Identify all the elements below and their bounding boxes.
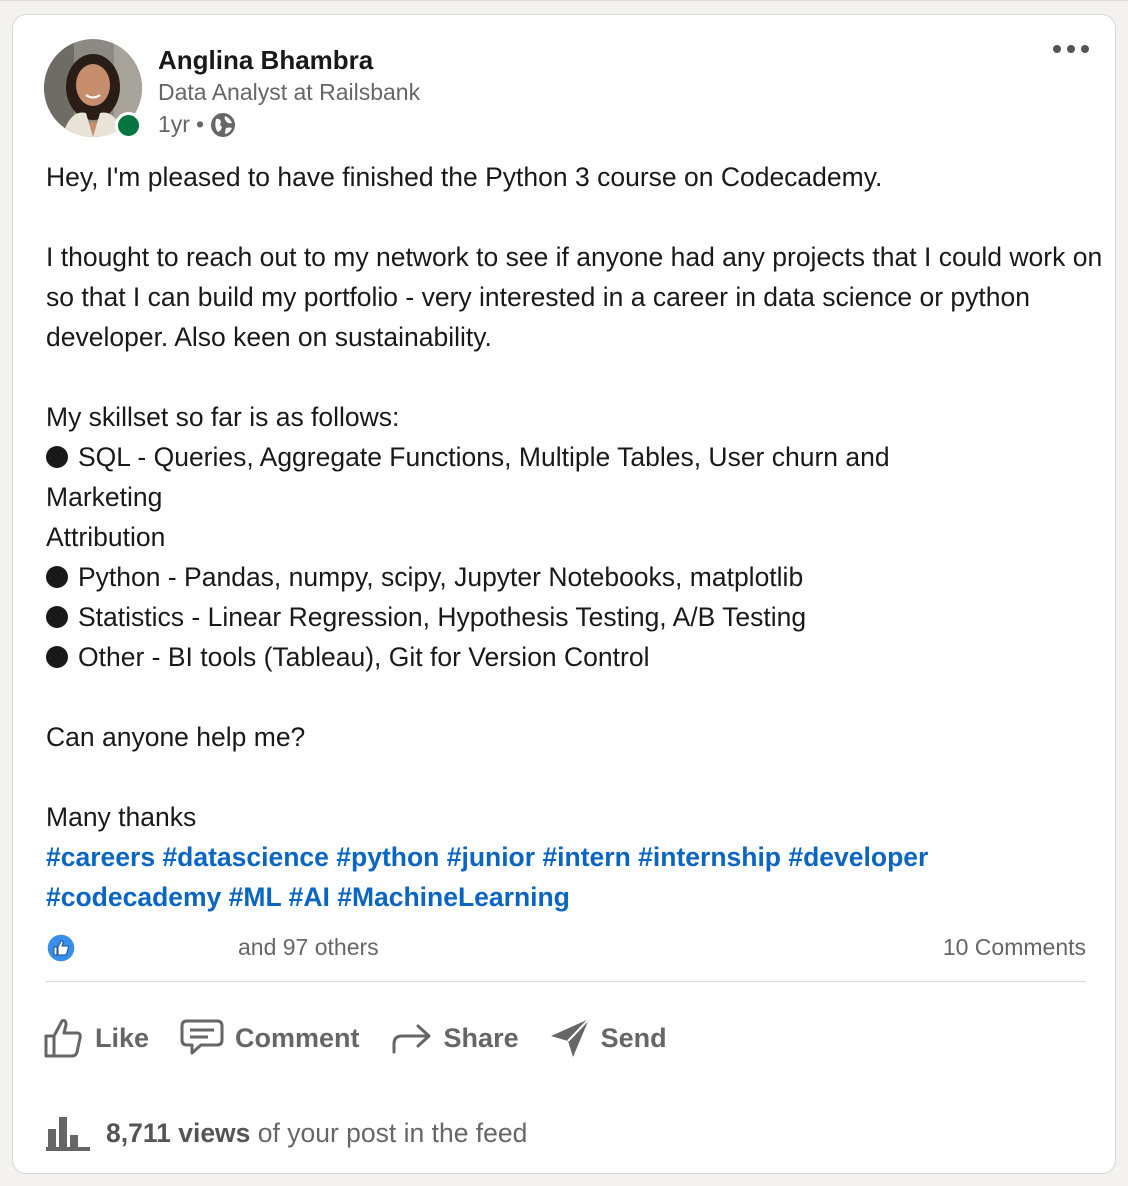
views-suffix: of your post in the feed bbox=[257, 1117, 528, 1148]
comment-icon bbox=[180, 1019, 224, 1055]
skill-item: Python - Pandas, numpy, scipy, Jupyter N… bbox=[46, 557, 1106, 597]
reactors-count[interactable]: and 97 others bbox=[238, 934, 379, 961]
post-signoff: Many thanks bbox=[46, 802, 197, 832]
dot-icon bbox=[1081, 45, 1089, 53]
bullet-icon bbox=[46, 446, 68, 468]
hashtag-link[interactable]: #careers bbox=[46, 842, 155, 872]
author-headline: Data Analyst at Railsbank bbox=[158, 79, 421, 105]
social-counts: and 97 others 10 Comments bbox=[46, 930, 1086, 966]
share-button[interactable]: Share bbox=[390, 1020, 519, 1056]
comment-button[interactable]: Comment bbox=[179, 1018, 360, 1058]
skill-text: Other - BI tools (Tableau), Git for Vers… bbox=[78, 642, 650, 672]
send-label: Send bbox=[600, 1022, 667, 1053]
hashtag-link[interactable]: #ML bbox=[229, 882, 282, 912]
hashtag-link[interactable]: #python bbox=[336, 842, 439, 872]
send-plane-icon bbox=[550, 1018, 590, 1057]
hashtag-link[interactable]: #MachineLearning bbox=[337, 882, 570, 912]
bullet-icon bbox=[46, 566, 68, 588]
action-bar: Like Comment Share Send bbox=[43, 1013, 697, 1063]
skill-continuation: Marketing bbox=[46, 482, 163, 512]
hashtag-link[interactable]: #intern bbox=[542, 842, 630, 872]
post-question: Can anyone help me? bbox=[46, 722, 306, 752]
hashtag-link[interactable]: #junior bbox=[447, 842, 535, 872]
skill-text: Statistics - Linear Regression, Hypothes… bbox=[78, 602, 807, 632]
post-intro: Hey, I'm pleased to have finished the Py… bbox=[46, 162, 883, 192]
bar-chart-icon bbox=[46, 1117, 90, 1151]
send-button[interactable]: Send bbox=[549, 1017, 667, 1059]
bullet-icon bbox=[46, 606, 68, 628]
views-count: 8,711 views bbox=[106, 1117, 251, 1148]
author-name[interactable]: Anglina Bhambra bbox=[158, 45, 373, 76]
post-analytics[interactable]: 8,711 views of your post in the feed bbox=[46, 1115, 527, 1151]
share-label: Share bbox=[443, 1022, 519, 1053]
views-text: 8,711 views of your post in the feed bbox=[106, 1118, 527, 1149]
skill-text: SQL - Queries, Aggregate Functions, Mult… bbox=[78, 442, 890, 472]
top-divider bbox=[0, 0, 1128, 1]
hashtag-link[interactable]: #AI bbox=[289, 882, 330, 912]
hashtags: #careers #datascience #python #junior #i… bbox=[46, 837, 1106, 917]
online-status-icon bbox=[115, 112, 142, 139]
dot-icon bbox=[1053, 45, 1061, 53]
skill-item: SQL - Queries, Aggregate Functions, Mult… bbox=[46, 437, 1106, 477]
like-reaction-icon[interactable] bbox=[46, 933, 76, 963]
skills-heading: My skillset so far is as follows: bbox=[46, 402, 400, 432]
hashtag-link[interactable]: #developer bbox=[788, 842, 928, 872]
meta-separator: • bbox=[195, 111, 205, 137]
post-time: 1yr bbox=[158, 111, 190, 137]
hashtag-link[interactable]: #internship bbox=[638, 842, 781, 872]
like-button[interactable]: Like bbox=[43, 1016, 149, 1060]
skill-continuation: Attribution bbox=[46, 522, 166, 552]
post-card: Anglina Bhambra Data Analyst at Railsban… bbox=[12, 14, 1116, 1174]
hashtag-link[interactable]: #datascience bbox=[162, 842, 328, 872]
actions-divider bbox=[46, 981, 1086, 982]
bullet-icon bbox=[46, 646, 68, 668]
post-paragraph: I thought to reach out to my network to … bbox=[46, 242, 1103, 352]
skill-item: Other - BI tools (Tableau), Git for Vers… bbox=[46, 637, 1106, 677]
comment-label: Comment bbox=[235, 1022, 360, 1053]
globe-icon bbox=[210, 112, 236, 138]
dot-icon bbox=[1067, 45, 1075, 53]
more-options-button[interactable] bbox=[1053, 45, 1089, 53]
share-arrow-icon bbox=[392, 1024, 431, 1054]
skill-item: Statistics - Linear Regression, Hypothes… bbox=[46, 597, 1106, 637]
post-body: Hey, I'm pleased to have finished the Py… bbox=[46, 157, 1106, 917]
hashtag-link[interactable]: #codecademy bbox=[46, 882, 221, 912]
thumbs-up-icon bbox=[44, 1019, 82, 1058]
comments-count[interactable]: 10 Comments bbox=[943, 934, 1086, 961]
post-meta: 1yr • bbox=[158, 111, 236, 138]
like-label: Like bbox=[95, 1022, 150, 1053]
skill-text: Python - Pandas, numpy, scipy, Jupyter N… bbox=[78, 562, 804, 592]
